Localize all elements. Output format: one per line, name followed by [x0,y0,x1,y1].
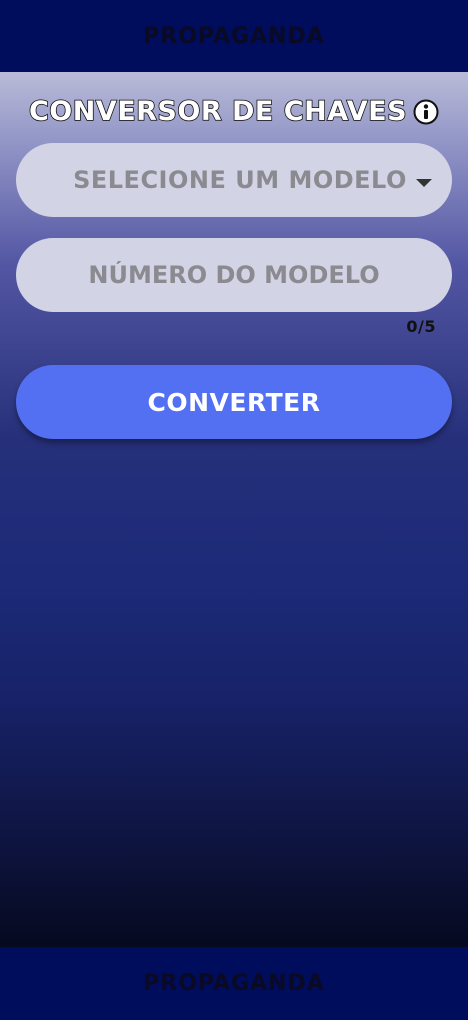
bottom-ad-label: PROPAGANDA [143,971,325,996]
page-title: CONVERSOR DE CHAVES [28,95,408,128]
title-row: CONVERSOR DE CHAVES [0,95,468,128]
top-ad-banner[interactable]: PROPAGANDA [0,0,468,72]
model-number-input[interactable] [16,237,452,313]
bottom-ad-banner[interactable]: PROPAGANDA [0,947,468,1020]
convert-button[interactable]: CONVERTER [16,365,452,439]
char-counter: 0/5 [406,317,436,336]
model-select-label: SELECIONE UM MODELO [73,166,407,194]
info-icon[interactable] [413,99,439,125]
top-ad-label: PROPAGANDA [143,23,325,49]
caret-down-icon [415,174,433,187]
model-select[interactable]: SELECIONE UM MODELO [16,143,452,217]
converter-screen: CONVERSOR DE CHAVES SELECIONE UM MODELO … [0,72,468,947]
model-number-field[interactable] [16,237,452,313]
